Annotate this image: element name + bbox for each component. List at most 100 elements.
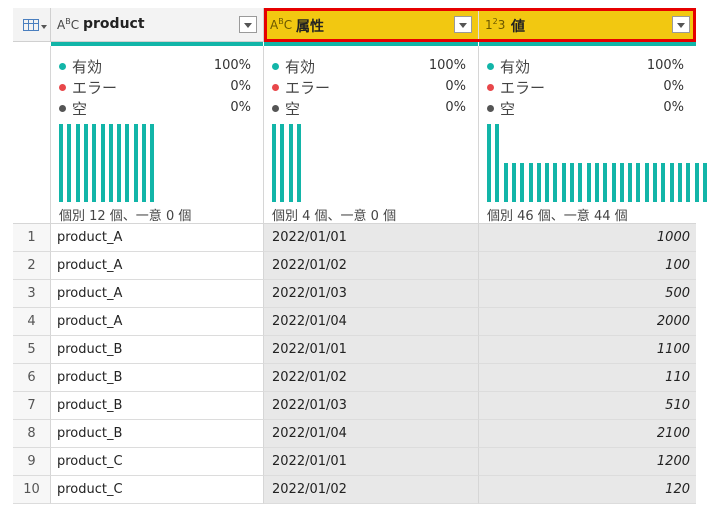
cell-attribute[interactable]: 2022/01/04: [264, 308, 479, 336]
distribution-bar[interactable]: [59, 124, 63, 202]
cell-product[interactable]: product_A: [51, 308, 264, 336]
distribution-bar[interactable]: [83, 124, 88, 202]
cell-attribute[interactable]: 2022/01/03: [264, 280, 479, 308]
cell-value[interactable]: 1200: [479, 448, 696, 476]
cell-attribute[interactable]: 2022/01/02: [264, 364, 479, 392]
text-type-icon[interactable]: ABC: [57, 17, 79, 32]
table-row[interactable]: 2 product_A 2022/01/02 100: [13, 252, 696, 280]
distribution-bar[interactable]: [511, 163, 516, 202]
distribution-bar[interactable]: [653, 163, 657, 202]
cell-value[interactable]: 1100: [479, 336, 696, 364]
cell-product[interactable]: product_C: [51, 448, 264, 476]
distribution-bar[interactable]: [125, 124, 130, 202]
distribution-bar[interactable]: [594, 163, 599, 202]
cell-product[interactable]: product_B: [51, 336, 264, 364]
row-number[interactable]: 9: [13, 448, 51, 476]
row-number[interactable]: 3: [13, 280, 51, 308]
column-filter-dropdown-button[interactable]: [454, 16, 472, 33]
cell-value[interactable]: 110: [479, 364, 696, 392]
distribution-bar[interactable]: [686, 163, 691, 202]
row-number[interactable]: 1: [13, 224, 51, 252]
distribution-bar[interactable]: [142, 124, 146, 202]
distribution-bar[interactable]: [536, 163, 541, 202]
distribution-chart[interactable]: [487, 122, 707, 202]
cell-attribute[interactable]: 2022/01/02: [264, 476, 479, 504]
cell-value[interactable]: 2000: [479, 308, 696, 336]
table-row[interactable]: 7 product_B 2022/01/03 510: [13, 392, 696, 420]
cell-product[interactable]: product_C: [51, 476, 264, 504]
table-row[interactable]: 5 product_B 2022/01/01 1100: [13, 336, 696, 364]
column-header-attribute[interactable]: ABC 属性: [264, 8, 479, 42]
cell-value[interactable]: 500: [479, 280, 696, 308]
cell-attribute[interactable]: 2022/01/04: [264, 420, 479, 448]
distribution-bar[interactable]: [702, 163, 707, 202]
distribution-bar[interactable]: [578, 163, 583, 202]
distribution-bar[interactable]: [611, 163, 616, 202]
cell-attribute[interactable]: 2022/01/02: [264, 252, 479, 280]
cell-attribute[interactable]: 2022/01/01: [264, 224, 479, 252]
cell-product[interactable]: product_A: [51, 280, 264, 308]
distribution-bar[interactable]: [503, 163, 508, 202]
distribution-bar[interactable]: [92, 124, 97, 202]
cell-attribute[interactable]: 2022/01/03: [264, 392, 479, 420]
cell-value[interactable]: 100: [479, 252, 696, 280]
distribution-bar[interactable]: [280, 124, 285, 202]
row-number[interactable]: 7: [13, 392, 51, 420]
table-row[interactable]: 1 product_A 2022/01/01 1000: [13, 224, 696, 252]
distribution-bar[interactable]: [694, 163, 699, 202]
row-number[interactable]: 10: [13, 476, 51, 504]
distribution-bar[interactable]: [495, 124, 500, 202]
row-number[interactable]: 6: [13, 364, 51, 392]
distribution-bar[interactable]: [636, 163, 641, 202]
distribution-bar[interactable]: [272, 124, 276, 202]
cell-value[interactable]: 2100: [479, 420, 696, 448]
cell-attribute[interactable]: 2022/01/01: [264, 448, 479, 476]
cell-value[interactable]: 1000: [479, 224, 696, 252]
distribution-bar[interactable]: [288, 124, 293, 202]
distribution-bar[interactable]: [150, 124, 155, 202]
distribution-bar[interactable]: [487, 124, 491, 202]
row-number[interactable]: 2: [13, 252, 51, 280]
table-row[interactable]: 4 product_A 2022/01/04 2000: [13, 308, 696, 336]
text-type-icon[interactable]: ABC: [270, 17, 292, 32]
distribution-bar[interactable]: [603, 163, 608, 202]
cell-product[interactable]: product_B: [51, 420, 264, 448]
row-number[interactable]: 5: [13, 336, 51, 364]
row-number[interactable]: 4: [13, 308, 51, 336]
distribution-bar[interactable]: [586, 163, 591, 202]
column-filter-dropdown-button[interactable]: [672, 16, 690, 33]
distribution-bar[interactable]: [75, 124, 80, 202]
distribution-bar[interactable]: [296, 124, 301, 202]
column-header-product[interactable]: ABC product: [51, 8, 264, 42]
row-number[interactable]: 8: [13, 420, 51, 448]
distribution-bar[interactable]: [570, 163, 574, 202]
distribution-bar[interactable]: [619, 163, 624, 202]
distribution-chart[interactable]: [59, 122, 259, 202]
distribution-chart[interactable]: [272, 122, 472, 202]
column-header-value[interactable]: 123 値: [479, 8, 696, 42]
distribution-bar[interactable]: [108, 124, 113, 202]
distribution-bar[interactable]: [661, 163, 666, 202]
cell-product[interactable]: product_B: [51, 392, 264, 420]
table-menu-button[interactable]: [13, 8, 51, 42]
distribution-bar[interactable]: [67, 124, 72, 202]
table-row[interactable]: 6 product_B 2022/01/02 110: [13, 364, 696, 392]
distribution-bar[interactable]: [669, 163, 674, 202]
distribution-bar[interactable]: [561, 163, 566, 202]
distribution-bar[interactable]: [100, 124, 105, 202]
cell-product[interactable]: product_A: [51, 252, 264, 280]
table-row[interactable]: 8 product_B 2022/01/04 2100: [13, 420, 696, 448]
cell-attribute[interactable]: 2022/01/01: [264, 336, 479, 364]
distribution-bar[interactable]: [528, 163, 533, 202]
table-row[interactable]: 3 product_A 2022/01/03 500: [13, 280, 696, 308]
distribution-bar[interactable]: [117, 124, 122, 202]
cell-product[interactable]: product_A: [51, 224, 264, 252]
distribution-bar[interactable]: [545, 163, 550, 202]
cell-value[interactable]: 120: [479, 476, 696, 504]
number-type-icon[interactable]: 123: [485, 17, 505, 32]
distribution-bar[interactable]: [133, 124, 138, 202]
cell-product[interactable]: product_B: [51, 364, 264, 392]
table-row[interactable]: 9 product_C 2022/01/01 1200: [13, 448, 696, 476]
table-row[interactable]: 10 product_C 2022/01/02 120: [13, 476, 696, 504]
distribution-bar[interactable]: [520, 163, 525, 202]
